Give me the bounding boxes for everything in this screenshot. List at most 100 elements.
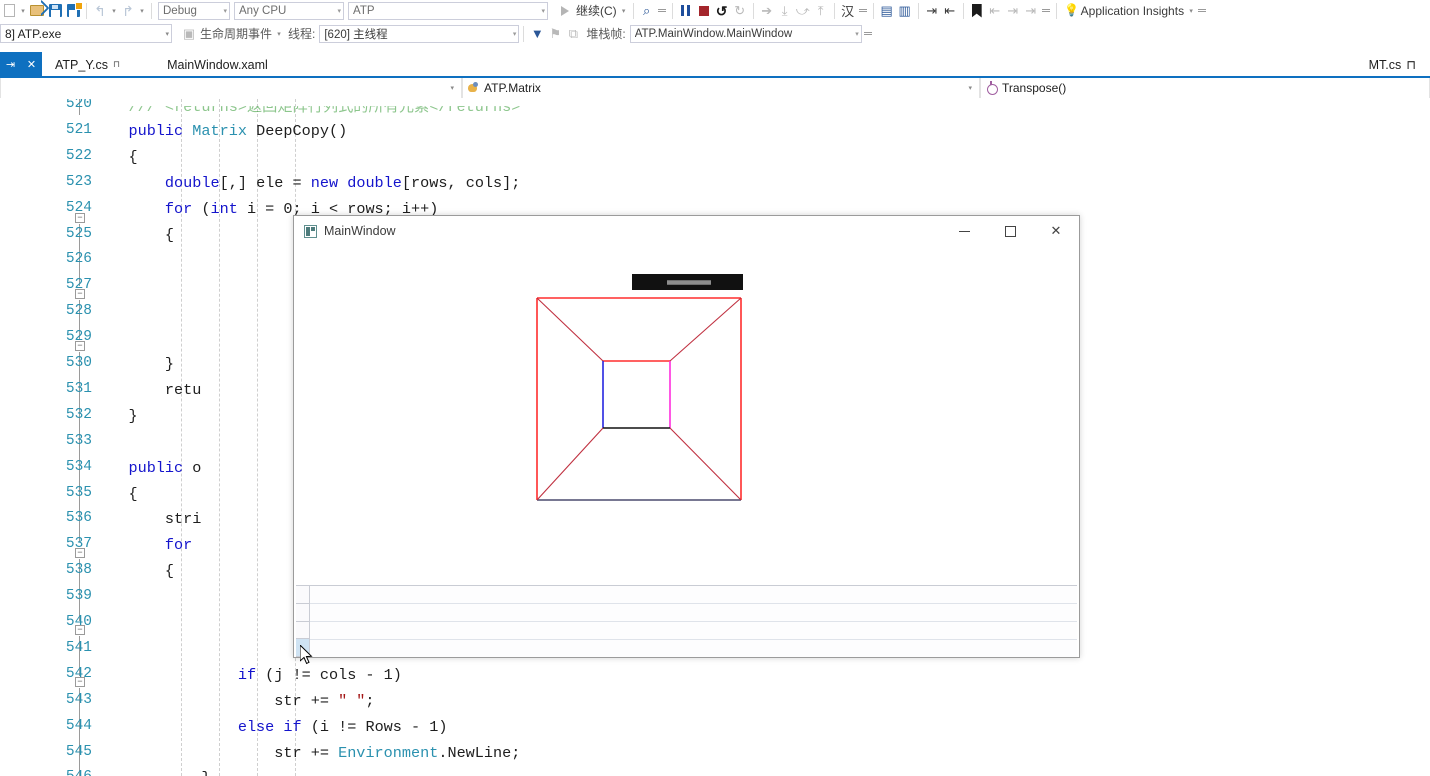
- stackframe-combo[interactable]: ATP.MainWindow.MainWindow ▾: [629, 24, 862, 43]
- uncomment-selection-icon[interactable]: ▥: [896, 1, 914, 21]
- table-row[interactable]: [310, 604, 1077, 622]
- navbar-member-combo[interactable]: Transpose(): [980, 78, 1430, 98]
- code-line[interactable]: double[,] ele = new double[rows, cols];: [92, 174, 520, 192]
- startup-project-combo[interactable]: ATP ▾: [348, 1, 548, 20]
- code-line[interactable]: if (j != cols - 1): [92, 666, 402, 684]
- tab-atp-y-cs[interactable]: ATP_Y.cs ⊓: [42, 52, 134, 77]
- undo-icon[interactable]: ↰: [91, 1, 109, 21]
- continue-dropdown-icon[interactable]: ▾: [619, 7, 629, 15]
- pin-icon[interactable]: ⊓: [1406, 57, 1416, 72]
- toolbar-overflow-icon[interactable]: [1196, 9, 1208, 12]
- navbar-type-combo[interactable]: ATP.Matrix ▾: [462, 78, 980, 98]
- table-row[interactable]: [310, 622, 1077, 640]
- line-number: 534: [65, 458, 92, 475]
- code-line[interactable]: str += Environment.NewLine;: [92, 744, 520, 762]
- mainwindow-body: [294, 247, 1079, 657]
- line-number: 520: [65, 99, 92, 112]
- redo-icon[interactable]: ↱: [119, 1, 137, 21]
- chevron-down-icon: ▾: [223, 7, 227, 15]
- lifecycle-events-dropdown-icon[interactable]: ▾: [274, 30, 284, 38]
- undo-dropdown-icon[interactable]: ▾: [109, 7, 119, 15]
- toolbar-overflow-icon[interactable]: [1040, 9, 1052, 12]
- code-line[interactable]: {: [92, 226, 174, 244]
- new-file-icon[interactable]: [0, 1, 18, 21]
- stop-debugging-icon[interactable]: [695, 1, 713, 21]
- platform-value: Any CPU: [239, 4, 287, 17]
- navbar-project-combo[interactable]: ▾: [0, 78, 462, 98]
- save-icon[interactable]: [46, 1, 64, 21]
- code-line[interactable]: {: [92, 562, 174, 580]
- lifecycle-events-icon[interactable]: ▣: [180, 24, 198, 44]
- code-line[interactable]: retu: [92, 381, 201, 399]
- next-bookmark-icon: ⇥: [1007, 2, 1019, 18]
- mainwindow-app[interactable]: MainWindow ✕: [293, 215, 1080, 658]
- chevron-down-icon: ▾: [855, 30, 859, 38]
- code-line[interactable]: {: [92, 485, 137, 503]
- code-line[interactable]: stri: [92, 510, 201, 528]
- code-line[interactable]: public Matrix DeepCopy(): [92, 122, 347, 140]
- tab-pin-close-group[interactable]: ⇥ ✕: [0, 52, 42, 77]
- code-line[interactable]: public o: [92, 459, 201, 477]
- open-file-icon[interactable]: [28, 1, 46, 21]
- new-file-dropdown-icon[interactable]: ▾: [18, 7, 28, 15]
- window-controls: ✕: [941, 216, 1079, 247]
- line-number: 536: [65, 510, 92, 527]
- line-number: 526: [65, 251, 92, 268]
- line-number: 533: [65, 432, 92, 449]
- increase-indent-icon[interactable]: ⇥: [923, 1, 941, 21]
- application-insights-icon[interactable]: 💡: [1061, 1, 1079, 21]
- thread-value: [620] 主线程: [324, 28, 388, 41]
- tab-mt-cs[interactable]: MT.cs ⊓: [1361, 52, 1430, 77]
- code-line[interactable]: for: [92, 536, 192, 554]
- filter-icon[interactable]: ▼: [528, 24, 546, 44]
- hex-display-icon[interactable]: 汉: [839, 1, 857, 21]
- minimize-button[interactable]: [941, 216, 987, 247]
- code-line[interactable]: /// <returns>返回矩阵行列式的所有元素</returns>: [92, 106, 520, 116]
- pin-icon[interactable]: ⊓: [113, 59, 120, 70]
- decrease-indent-icon[interactable]: ⇤: [941, 1, 959, 21]
- line-number: 525: [65, 225, 92, 242]
- tab-mainwindow-xaml[interactable]: MainWindow.xaml: [133, 52, 281, 77]
- toggle-bookmark-icon[interactable]: [968, 1, 986, 21]
- continue-play-icon[interactable]: [556, 1, 574, 21]
- close-button[interactable]: ✕: [1033, 216, 1079, 247]
- grid-row-header[interactable]: [296, 621, 309, 640]
- mainwindow-titlebar[interactable]: MainWindow ✕: [294, 216, 1079, 247]
- thread-combo[interactable]: [620] 主线程 ▾: [319, 24, 520, 43]
- chevron-down-icon: ▾: [512, 30, 517, 38]
- pin-icon[interactable]: ⇥: [6, 58, 15, 71]
- table-row[interactable]: [310, 586, 1077, 604]
- application-insights-button[interactable]: Application Insights: [1079, 1, 1186, 21]
- code-line[interactable]: }: [92, 355, 174, 373]
- table-row[interactable]: [310, 640, 1077, 657]
- break-all-icon[interactable]: [677, 1, 695, 21]
- attach-to-process-icon[interactable]: ⌕: [638, 1, 656, 21]
- data-grid[interactable]: [296, 585, 1077, 657]
- save-all-icon[interactable]: [64, 1, 83, 21]
- comment-selection-icon[interactable]: ▤: [878, 1, 896, 21]
- grid-rows[interactable]: [310, 586, 1077, 657]
- restart-icon[interactable]: ↺: [713, 1, 731, 21]
- lifecycle-events-button[interactable]: 生命周期事件: [198, 24, 274, 44]
- toolbar-separator: [833, 2, 835, 19]
- code-line[interactable]: }: [92, 407, 137, 425]
- maximize-button[interactable]: [987, 216, 1033, 247]
- grid-row-header[interactable]: [296, 586, 309, 604]
- redo-dropdown-icon[interactable]: ▾: [137, 7, 147, 15]
- grid-row-header[interactable]: [296, 603, 309, 622]
- process-combo[interactable]: 8] ATP.exe ▾: [0, 24, 172, 43]
- toolbar-separator: [962, 2, 964, 19]
- close-icon[interactable]: ✕: [27, 58, 36, 71]
- application-insights-dropdown-icon[interactable]: ▾: [1186, 7, 1196, 15]
- configuration-combo[interactable]: Debug ▾: [158, 1, 230, 20]
- code-line[interactable]: else if (i != Rows - 1): [92, 718, 448, 736]
- toolbar-overflow-icon[interactable]: [656, 9, 668, 12]
- thread-label: 线程:: [288, 27, 316, 41]
- code-line[interactable]: {: [92, 148, 137, 166]
- toolbar-overflow-icon[interactable]: [857, 9, 869, 12]
- continue-button[interactable]: 继续(C): [574, 1, 619, 21]
- code-line[interactable]: str += " ";: [92, 692, 374, 710]
- code-line[interactable]: }: [92, 769, 210, 776]
- platform-combo[interactable]: Any CPU ▾: [234, 1, 344, 20]
- toolbar-overflow-icon[interactable]: [862, 32, 874, 35]
